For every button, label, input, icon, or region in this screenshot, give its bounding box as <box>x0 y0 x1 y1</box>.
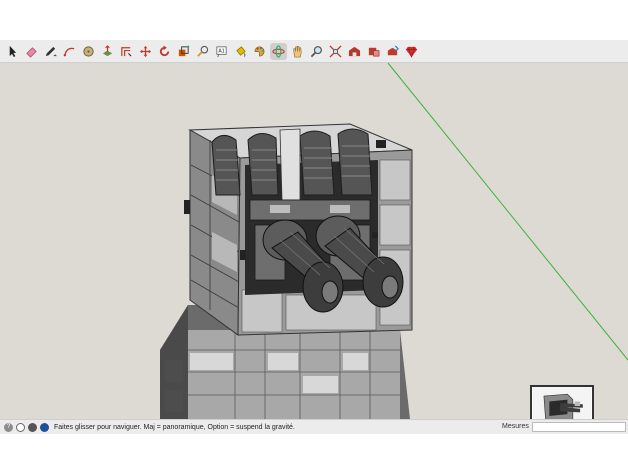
pencil-icon <box>45 46 57 56</box>
paint-tool-button[interactable] <box>251 43 268 60</box>
rotate-icon <box>159 44 170 56</box>
arrow-icon <box>9 45 17 57</box>
3d-viewport[interactable] <box>0 63 628 419</box>
orbit-tool-button[interactable] <box>270 42 287 60</box>
status-message: Faites glisser pour naviguer. Maj = pano… <box>54 423 295 431</box>
extension-warehouse-tool-button[interactable] <box>365 43 382 60</box>
line-tool-button[interactable] <box>42 43 59 60</box>
status-bar: ? Faites glisser pour naviguer. Maj = pa… <box>0 419 628 434</box>
magnifier-icon <box>310 45 322 57</box>
zoom-extents-icon <box>329 44 342 58</box>
zoom-tool-button[interactable] <box>308 43 325 60</box>
measurements-input[interactable] <box>532 422 626 432</box>
arc-icon <box>63 47 75 56</box>
tape-icon <box>197 45 209 57</box>
ruby-icon <box>405 46 418 58</box>
circle-icon <box>83 45 94 57</box>
move-icon <box>139 45 152 57</box>
shape-tool-button[interactable] <box>80 43 97 60</box>
turret-model <box>184 123 413 336</box>
scale-tool-button[interactable] <box>175 43 192 60</box>
hand-icon <box>293 45 302 57</box>
share-icon <box>387 45 399 55</box>
pan-tool-button[interactable] <box>289 43 306 60</box>
eraser-tool-button[interactable] <box>23 43 40 60</box>
offset-icon <box>121 46 132 57</box>
window-bottom-area <box>0 434 628 472</box>
push-pull-tool-button[interactable] <box>99 43 116 60</box>
scale-icon <box>178 45 190 56</box>
orbit-icon <box>272 44 285 58</box>
warehouse-icon <box>348 46 361 56</box>
offset-tool-button[interactable] <box>118 43 135 60</box>
model-thumbnail[interactable] <box>530 385 594 419</box>
svg-text:A1: A1 <box>218 48 224 54</box>
push-pull-icon <box>102 44 113 56</box>
extension-icon <box>368 47 380 56</box>
paint-bucket-icon <box>236 45 246 57</box>
thumbnail-preview <box>533 387 591 419</box>
help-icon[interactable]: ? <box>4 422 13 432</box>
user-icon[interactable] <box>28 422 37 432</box>
share-model-tool-button[interactable] <box>384 43 401 60</box>
info-icon[interactable] <box>16 422 25 432</box>
eraser-icon <box>26 46 37 58</box>
select-tool-button[interactable] <box>4 43 21 60</box>
paint-bucket-tool-button[interactable] <box>232 43 249 60</box>
text-icon: A1 <box>216 45 227 57</box>
paint-icon <box>254 46 265 56</box>
green-axis-line <box>387 63 628 361</box>
measurements-label: Mesures <box>502 423 529 430</box>
text-tool-button[interactable]: A1 <box>213 43 230 60</box>
model-scene[interactable] <box>0 63 628 419</box>
instructor-icon[interactable] <box>40 422 49 432</box>
warehouse-tool-button[interactable] <box>346 43 363 60</box>
move-tool-button[interactable] <box>137 43 154 60</box>
zoom-extents-tool-button[interactable] <box>327 43 344 60</box>
arc-tool-button[interactable] <box>61 43 78 60</box>
toolbar: A1 <box>0 40 628 63</box>
rotate-tool-button[interactable] <box>156 43 173 60</box>
window-top-area <box>0 0 628 40</box>
tape-measure-tool-button[interactable] <box>194 43 211 60</box>
ruby-tool-button[interactable] <box>403 43 420 60</box>
